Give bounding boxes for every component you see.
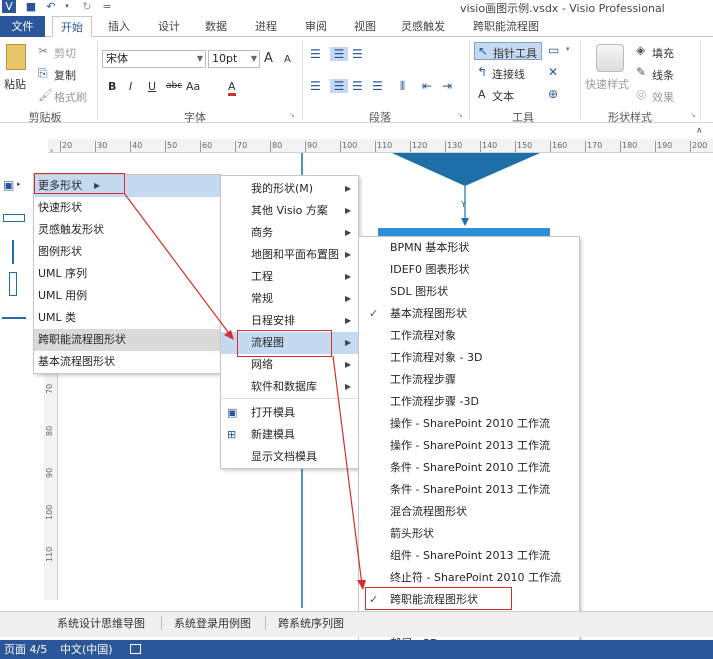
macro-icon[interactable] [130, 644, 141, 654]
annotation-arrow-2 [332, 355, 363, 586]
annotation-arrows [123, 192, 366, 590]
page-indicator[interactable]: 页面 4/5 [4, 640, 47, 659]
sheet-tab[interactable]: 系统登录用例图 [174, 615, 251, 631]
sheet-tab[interactable]: 跨系统序列图 [278, 615, 344, 631]
annotation-arrowhead-1 [224, 330, 234, 340]
tab-divider [265, 616, 266, 630]
annotation-arrow-1 [123, 192, 232, 337]
language-indicator[interactable]: 中文(中国) [60, 640, 113, 659]
tab-divider [161, 616, 162, 630]
annotation-arrowhead-2 [357, 580, 366, 590]
sheet-tab[interactable]: 系统设计思维导图 [57, 615, 145, 631]
